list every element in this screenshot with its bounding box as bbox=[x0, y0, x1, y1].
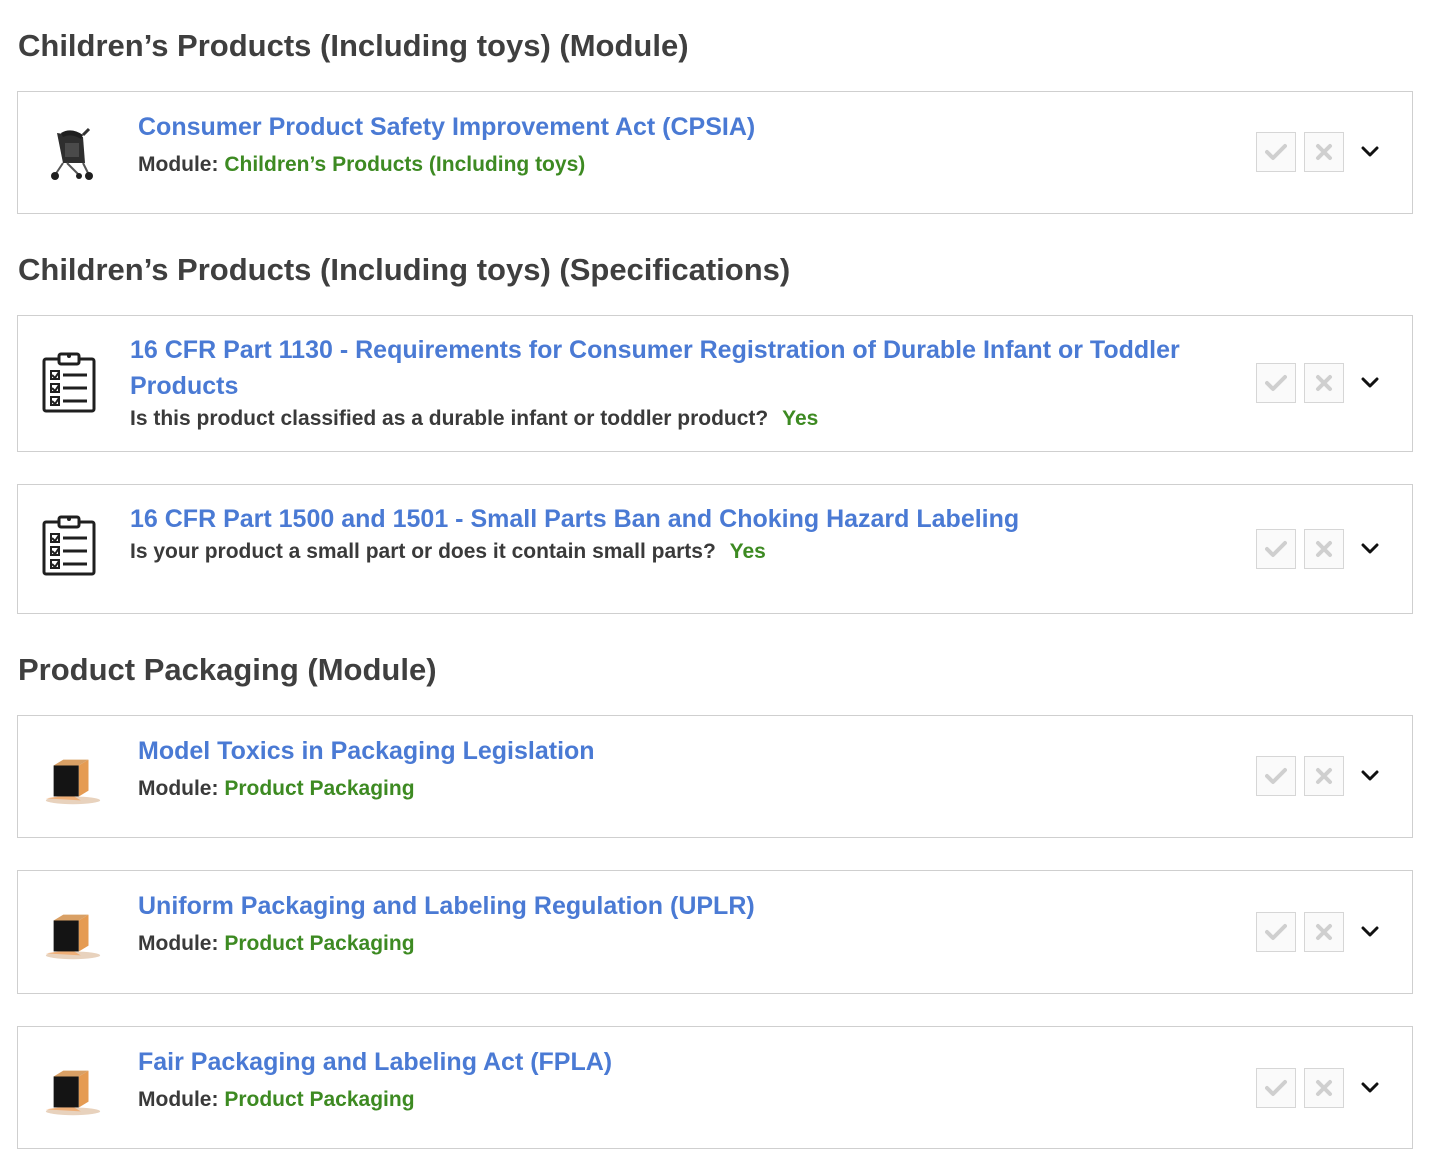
requirement-card-16cfr1130: 16 CFR Part 1130 - Requirements for Cons… bbox=[17, 315, 1413, 452]
expand-toggle[interactable] bbox=[1354, 760, 1386, 792]
reject-button[interactable] bbox=[1304, 756, 1344, 796]
card-body: Model Toxics in Packaging Legislation Mo… bbox=[138, 733, 1212, 804]
check-icon bbox=[1265, 924, 1287, 940]
box-icon bbox=[42, 1059, 104, 1121]
module-label: Module: bbox=[138, 777, 219, 800]
expand-toggle[interactable] bbox=[1354, 367, 1386, 399]
section-title-childrens-specifications: Children’s Products (Including toys) (Sp… bbox=[18, 252, 791, 287]
check-icon bbox=[1265, 768, 1287, 784]
card-body: 16 CFR Part 1500 and 1501 - Small Parts … bbox=[130, 501, 1212, 567]
approve-button[interactable] bbox=[1256, 912, 1296, 952]
requirement-title-link[interactable]: Consumer Product Safety Improvement Act … bbox=[138, 109, 1212, 145]
module-label: Module: bbox=[138, 153, 219, 176]
approve-button[interactable] bbox=[1256, 529, 1296, 569]
module-label: Module: bbox=[138, 932, 219, 955]
x-icon bbox=[1316, 924, 1332, 940]
card-actions bbox=[1256, 529, 1386, 569]
check-icon bbox=[1265, 1080, 1287, 1096]
section-title-childrens-module: Children’s Products (Including toys) (Mo… bbox=[18, 28, 689, 63]
approve-button[interactable] bbox=[1256, 363, 1296, 403]
check-icon bbox=[1265, 144, 1287, 160]
question-line: Is this product classified as a durable … bbox=[130, 404, 1212, 434]
module-line: Module: Product Packaging bbox=[138, 774, 1212, 804]
checklist-clipboard-icon bbox=[38, 515, 100, 577]
approve-button[interactable] bbox=[1256, 1068, 1296, 1108]
question-line: Is your product a small part or does it … bbox=[130, 537, 1212, 567]
card-body: Fair Packaging and Labeling Act (FPLA) M… bbox=[138, 1044, 1212, 1115]
stroller-icon bbox=[40, 122, 102, 184]
module-value: Product Packaging bbox=[224, 777, 415, 800]
module-line: Module: Product Packaging bbox=[138, 1085, 1212, 1115]
chevron-down-icon bbox=[1361, 377, 1379, 388]
card-body: Uniform Packaging and Labeling Regulatio… bbox=[138, 888, 1212, 959]
requirement-title-link[interactable]: Fair Packaging and Labeling Act (FPLA) bbox=[138, 1044, 1212, 1080]
x-icon bbox=[1316, 1080, 1332, 1096]
checklist-clipboard-icon bbox=[38, 352, 100, 414]
card-actions bbox=[1256, 1068, 1386, 1108]
x-icon bbox=[1316, 375, 1332, 391]
requirement-title-link[interactable]: Model Toxics in Packaging Legislation bbox=[138, 733, 1212, 769]
expand-toggle[interactable] bbox=[1354, 916, 1386, 948]
card-actions bbox=[1256, 756, 1386, 796]
requirement-card-16cfr1500: 16 CFR Part 1500 and 1501 - Small Parts … bbox=[17, 484, 1413, 614]
approve-button[interactable] bbox=[1256, 756, 1296, 796]
requirement-title-link[interactable]: Uniform Packaging and Labeling Regulatio… bbox=[138, 888, 1212, 924]
x-icon bbox=[1316, 768, 1332, 784]
section-title-packaging-module: Product Packaging (Module) bbox=[18, 652, 437, 687]
module-line: Module: Children’s Products (Including t… bbox=[138, 150, 1212, 180]
answer-value: Yes bbox=[782, 407, 819, 430]
check-icon bbox=[1265, 541, 1287, 557]
reject-button[interactable] bbox=[1304, 529, 1344, 569]
card-actions bbox=[1256, 132, 1386, 172]
expand-toggle[interactable] bbox=[1354, 533, 1386, 565]
box-icon bbox=[42, 748, 104, 810]
reject-button[interactable] bbox=[1304, 1068, 1344, 1108]
chevron-down-icon bbox=[1361, 543, 1379, 554]
question-text: Is this product classified as a durable … bbox=[130, 407, 769, 430]
card-actions bbox=[1256, 912, 1386, 952]
check-icon bbox=[1265, 375, 1287, 391]
approve-button[interactable] bbox=[1256, 132, 1296, 172]
chevron-down-icon bbox=[1361, 1082, 1379, 1093]
chevron-down-icon bbox=[1361, 146, 1379, 157]
answer-value: Yes bbox=[729, 540, 766, 563]
requirement-card-fpla: Fair Packaging and Labeling Act (FPLA) M… bbox=[17, 1026, 1413, 1149]
module-value: Children’s Products (Including toys) bbox=[224, 153, 586, 176]
module-value: Product Packaging bbox=[224, 932, 415, 955]
expand-toggle[interactable] bbox=[1354, 136, 1386, 168]
requirement-card-uplr: Uniform Packaging and Labeling Regulatio… bbox=[17, 870, 1413, 994]
card-body: Consumer Product Safety Improvement Act … bbox=[138, 109, 1212, 180]
chevron-down-icon bbox=[1361, 926, 1379, 937]
reject-button[interactable] bbox=[1304, 132, 1344, 172]
module-line: Module: Product Packaging bbox=[138, 929, 1212, 959]
requirement-title-link[interactable]: 16 CFR Part 1500 and 1501 - Small Parts … bbox=[130, 501, 1212, 537]
module-value: Product Packaging bbox=[224, 1088, 415, 1111]
x-icon bbox=[1316, 541, 1332, 557]
requirement-title-link[interactable]: 16 CFR Part 1130 - Requirements for Cons… bbox=[130, 332, 1212, 404]
requirement-card-model-toxics: Model Toxics in Packaging Legislation Mo… bbox=[17, 715, 1413, 838]
expand-toggle[interactable] bbox=[1354, 1072, 1386, 1104]
x-icon bbox=[1316, 144, 1332, 160]
module-label: Module: bbox=[138, 1088, 219, 1111]
question-text: Is your product a small part or does it … bbox=[130, 540, 716, 563]
card-body: 16 CFR Part 1130 - Requirements for Cons… bbox=[130, 332, 1212, 434]
box-icon bbox=[42, 903, 104, 965]
reject-button[interactable] bbox=[1304, 363, 1344, 403]
requirement-card-cpsia: Consumer Product Safety Improvement Act … bbox=[17, 91, 1413, 214]
card-actions bbox=[1256, 363, 1386, 403]
reject-button[interactable] bbox=[1304, 912, 1344, 952]
chevron-down-icon bbox=[1361, 770, 1379, 781]
